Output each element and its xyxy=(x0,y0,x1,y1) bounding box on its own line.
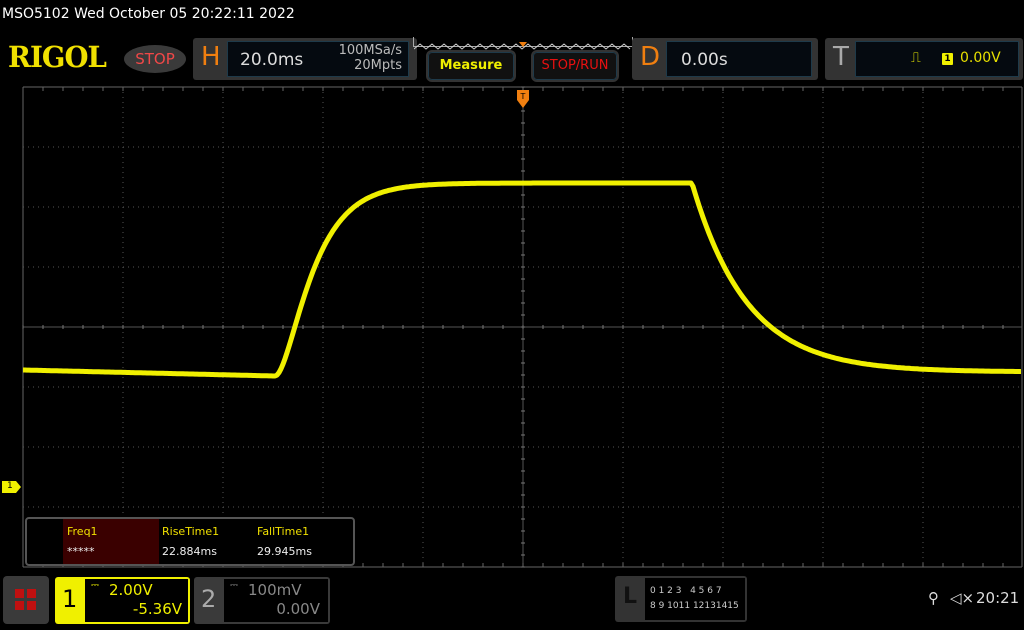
logic-channels-row1: 0 1 2 3 4 5 6 7 xyxy=(650,586,722,596)
speaker-muted-icon[interactable]: ◁× xyxy=(950,589,974,607)
measurement-label: FallTime1 xyxy=(257,525,310,538)
logic-panel[interactable]: L 0 1 2 3 4 5 6 7 8 9 1011 12131415 xyxy=(615,576,747,622)
dc-coupling-icon: ⎓ xyxy=(91,580,99,591)
channel2-panel[interactable]: 2 ⎓ 100mV 0.00V xyxy=(194,577,330,624)
channel2-number: 2 xyxy=(201,585,217,613)
trigger-position-marker: T xyxy=(517,90,529,108)
graticule xyxy=(22,86,1023,568)
measurement-value: 22.884ms xyxy=(162,545,217,558)
ground-marker-label: 1 xyxy=(7,481,13,491)
channel1-number: 1 xyxy=(62,585,78,613)
measurement-value: ***** xyxy=(67,545,95,558)
measurement-label: Freq1 xyxy=(67,525,98,538)
channel1-offset: -5.36V xyxy=(132,600,182,618)
dc-coupling-icon: ⎓ xyxy=(230,580,238,591)
logic-channels-row2: 8 9 1011 12131415 xyxy=(650,601,739,611)
clock-time: 20:21 xyxy=(976,589,1020,607)
measurement-panel[interactable]: Freq1 ***** RiseTime1 22.884ms FallTime1… xyxy=(25,517,355,566)
measurement-label: RiseTime1 xyxy=(162,525,220,538)
main-menu-button[interactable] xyxy=(3,576,49,624)
channel1-panel[interactable]: 1 ⎓ 2.00V -5.36V xyxy=(55,577,190,624)
channel2-offset: 0.00V xyxy=(276,600,320,618)
logic-label: L xyxy=(623,584,638,609)
measurement-value: 29.945ms xyxy=(257,545,312,558)
usb-icon: ⚲ xyxy=(928,589,939,607)
grid-menu-icon xyxy=(15,589,36,610)
channel2-scale: 100mV xyxy=(248,581,302,599)
channel1-scale: 2.00V xyxy=(109,581,153,599)
svg-text:T: T xyxy=(520,92,526,101)
